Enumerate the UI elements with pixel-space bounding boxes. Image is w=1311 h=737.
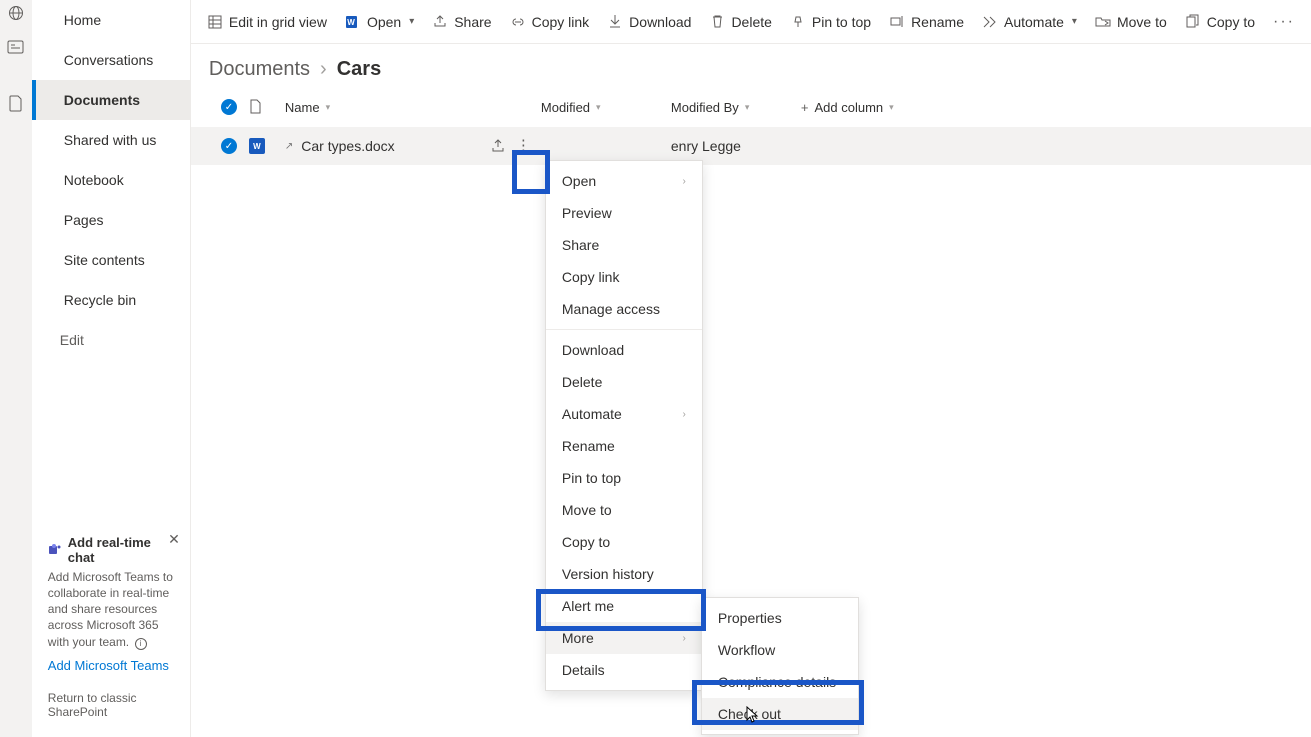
column-modified[interactable]: Modified▾ xyxy=(541,100,671,115)
menu-item-more[interactable]: More› xyxy=(546,622,702,654)
sidebar-item-recycle-bin[interactable]: Recycle bin xyxy=(32,280,190,320)
rename-icon xyxy=(889,14,905,30)
command-bar: Edit in grid view W Open▾ Share Copy lin… xyxy=(191,0,1311,44)
sidebar: HomeConversationsDocumentsShared with us… xyxy=(32,0,191,737)
word-icon: W xyxy=(345,14,361,30)
copy-link-button[interactable]: Copy link xyxy=(510,14,590,30)
add-teams-link[interactable]: Add Microsoft Teams xyxy=(48,658,169,673)
menu-item-alert-me[interactable]: Alert me xyxy=(546,590,702,622)
menu-item-rename[interactable]: Rename xyxy=(546,430,702,462)
breadcrumb: Documents › Cars xyxy=(191,44,1311,87)
sidebar-item-site-contents[interactable]: Site contents xyxy=(32,240,190,280)
copy-icon xyxy=(1185,14,1201,30)
context-menu: Open›PreviewShareCopy linkManage access D… xyxy=(545,160,703,691)
delete-button[interactable]: Delete xyxy=(709,14,771,30)
word-file-icon: W xyxy=(249,138,265,154)
pin-icon xyxy=(790,14,806,30)
submenu-item-compliance-details[interactable]: Compliance details xyxy=(702,666,858,698)
chevron-down-icon: ▾ xyxy=(409,16,414,27)
sidebar-item-conversations[interactable]: Conversations xyxy=(32,40,190,80)
main-content: Edit in grid view W Open▾ Share Copy lin… xyxy=(191,0,1311,737)
table-row[interactable]: ✓ W ↗ Car types.docx ⋮ enry Legge xyxy=(191,127,1311,165)
column-name[interactable]: Name▾ xyxy=(285,100,541,115)
link-icon xyxy=(510,14,526,30)
submenu-item-properties[interactable]: Properties xyxy=(702,602,858,634)
add-column-button[interactable]: +Add column▾ xyxy=(801,100,894,115)
row-checkbox[interactable]: ✓ xyxy=(221,138,237,154)
open-button[interactable]: W Open▾ xyxy=(345,14,414,30)
sidebar-item-shared-with-us[interactable]: Shared with us xyxy=(32,120,190,160)
checkout-indicator-icon: ↗ xyxy=(285,141,293,152)
share-icon xyxy=(432,14,448,30)
grid-icon xyxy=(207,14,223,30)
close-icon[interactable]: ✕ xyxy=(168,531,180,548)
chevron-down-icon: ▾ xyxy=(745,102,750,113)
sidebar-item-pages[interactable]: Pages xyxy=(32,200,190,240)
download-button[interactable]: Download xyxy=(607,14,691,30)
copy-button[interactable]: Copy to xyxy=(1185,14,1255,30)
menu-item-move-to[interactable]: Move to xyxy=(546,494,702,526)
share-row-icon[interactable] xyxy=(491,139,506,153)
menu-item-pin-to-top[interactable]: Pin to top xyxy=(546,462,702,494)
more-button[interactable]: ··· xyxy=(1273,13,1295,31)
trash-icon xyxy=(709,14,725,30)
rename-button[interactable]: Rename xyxy=(889,14,964,30)
menu-item-copy-to[interactable]: Copy to xyxy=(546,526,702,558)
file-type-icon xyxy=(249,99,285,115)
menu-item-version-history[interactable]: Version history xyxy=(546,558,702,590)
flow-icon xyxy=(982,14,998,30)
sidebar-item-documents[interactable]: Documents xyxy=(32,80,190,120)
chevron-right-icon: › xyxy=(683,633,686,644)
globe-icon[interactable] xyxy=(7,4,25,22)
news-icon[interactable] xyxy=(7,38,25,56)
sidebar-item-notebook[interactable]: Notebook xyxy=(32,160,190,200)
menu-item-copy-link[interactable]: Copy link xyxy=(546,261,702,293)
sidebar-nav: HomeConversationsDocumentsShared with us… xyxy=(32,0,190,320)
menu-item-details[interactable]: Details xyxy=(546,654,702,686)
menu-item-automate[interactable]: Automate› xyxy=(546,398,702,430)
app-rail xyxy=(0,0,32,737)
context-submenu: PropertiesWorkflowCompliance detailsChec… xyxy=(701,597,859,735)
move-icon xyxy=(1095,14,1111,30)
menu-item-delete[interactable]: Delete xyxy=(546,366,702,398)
menu-item-share[interactable]: Share xyxy=(546,229,702,261)
sidebar-item-home[interactable]: Home xyxy=(32,0,190,40)
teams-promo-card: ✕ Add real-time chat Add Microsoft Teams… xyxy=(32,525,190,683)
modified-by-value[interactable]: enry Legge xyxy=(671,138,741,154)
teams-promo-desc: Add Microsoft Teams to collaborate in re… xyxy=(48,570,173,649)
edit-grid-button[interactable]: Edit in grid view xyxy=(207,14,327,30)
submenu-item-check-out[interactable]: Check out xyxy=(702,698,858,730)
teams-icon xyxy=(48,543,62,557)
chevron-down-icon: ▾ xyxy=(326,102,331,113)
teams-promo-title: Add real-time chat xyxy=(68,535,176,565)
share-button[interactable]: Share xyxy=(432,14,491,30)
download-icon xyxy=(607,14,623,30)
chevron-down-icon: ▾ xyxy=(889,102,894,113)
row-more-icon[interactable]: ⋮ xyxy=(516,139,531,153)
column-modified-by[interactable]: Modified By▾ xyxy=(671,100,801,115)
return-classic-link[interactable]: Return to classic SharePoint xyxy=(32,683,190,727)
file-icon[interactable] xyxy=(7,94,25,112)
menu-item-download[interactable]: Download xyxy=(546,334,702,366)
file-name[interactable]: Car types.docx xyxy=(301,138,394,154)
pin-button[interactable]: Pin to top xyxy=(790,14,871,30)
submenu-item-workflow[interactable]: Workflow xyxy=(702,634,858,666)
chevron-right-icon: › xyxy=(683,176,686,187)
chevron-right-icon: › xyxy=(320,58,327,81)
move-button[interactable]: Move to xyxy=(1095,14,1167,30)
chevron-down-icon: ▾ xyxy=(596,102,601,113)
info-icon[interactable]: i xyxy=(135,638,147,650)
sidebar-edit-link[interactable]: Edit xyxy=(32,320,190,360)
select-all-checkbox[interactable]: ✓ xyxy=(221,99,237,115)
breadcrumb-current: Cars xyxy=(337,58,381,81)
chevron-down-icon: ▾ xyxy=(1072,16,1077,27)
automate-button[interactable]: Automate▾ xyxy=(982,14,1077,30)
svg-text:W: W xyxy=(347,18,355,27)
menu-item-open[interactable]: Open› xyxy=(546,165,702,197)
menu-item-preview[interactable]: Preview xyxy=(546,197,702,229)
chevron-right-icon: › xyxy=(683,409,686,420)
breadcrumb-root[interactable]: Documents xyxy=(209,58,310,81)
table-header: ✓ Name▾ Modified▾ Modified By▾ +Add colu… xyxy=(191,87,1311,127)
menu-item-manage-access[interactable]: Manage access xyxy=(546,293,702,325)
